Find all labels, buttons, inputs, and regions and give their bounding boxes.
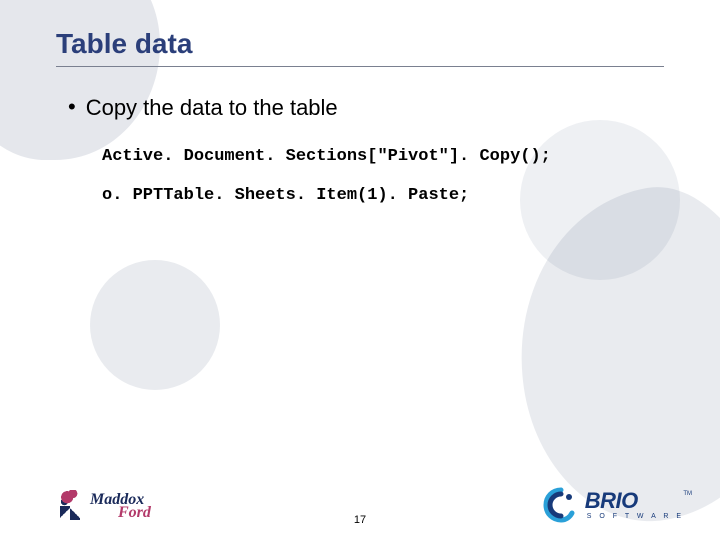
code-line: o. PPTTable. Sheets. Item(1). Paste; (102, 186, 664, 205)
slide-content: Table data • Copy the data to the table … (0, 0, 720, 253)
logo-text-software: S O F T W A R E (587, 513, 684, 520)
maddox-ford-logo-icon (56, 490, 84, 520)
maddox-ford-wordmark: Maddox Ford (90, 493, 151, 520)
code-block: Active. Document. Sections["Pivot"]. Cop… (102, 147, 664, 205)
bullet-dot-icon: • (68, 95, 76, 121)
code-line: Active. Document. Sections["Pivot"]. Cop… (102, 147, 664, 166)
logo-text-ford: Ford (118, 506, 151, 520)
trademark-icon: TM (683, 491, 692, 497)
maddox-ford-logo: Maddox Ford (56, 490, 151, 520)
bullet-text: Copy the data to the table (86, 95, 338, 121)
bullet-item: • Copy the data to the table (68, 95, 664, 121)
brio-wordmark: BRIO S O F T W A R E TM (585, 490, 684, 520)
decorative-shape (90, 260, 220, 390)
brio-logo: BRIO S O F T W A R E TM (543, 487, 684, 523)
logo-text-brio: BRIO (585, 490, 684, 512)
title-underline (56, 66, 664, 67)
slide-title: Table data (56, 28, 664, 60)
footer: Maddox Ford BRIO S O F T W A R E TM (0, 478, 720, 540)
brio-swirl-icon (543, 487, 579, 523)
